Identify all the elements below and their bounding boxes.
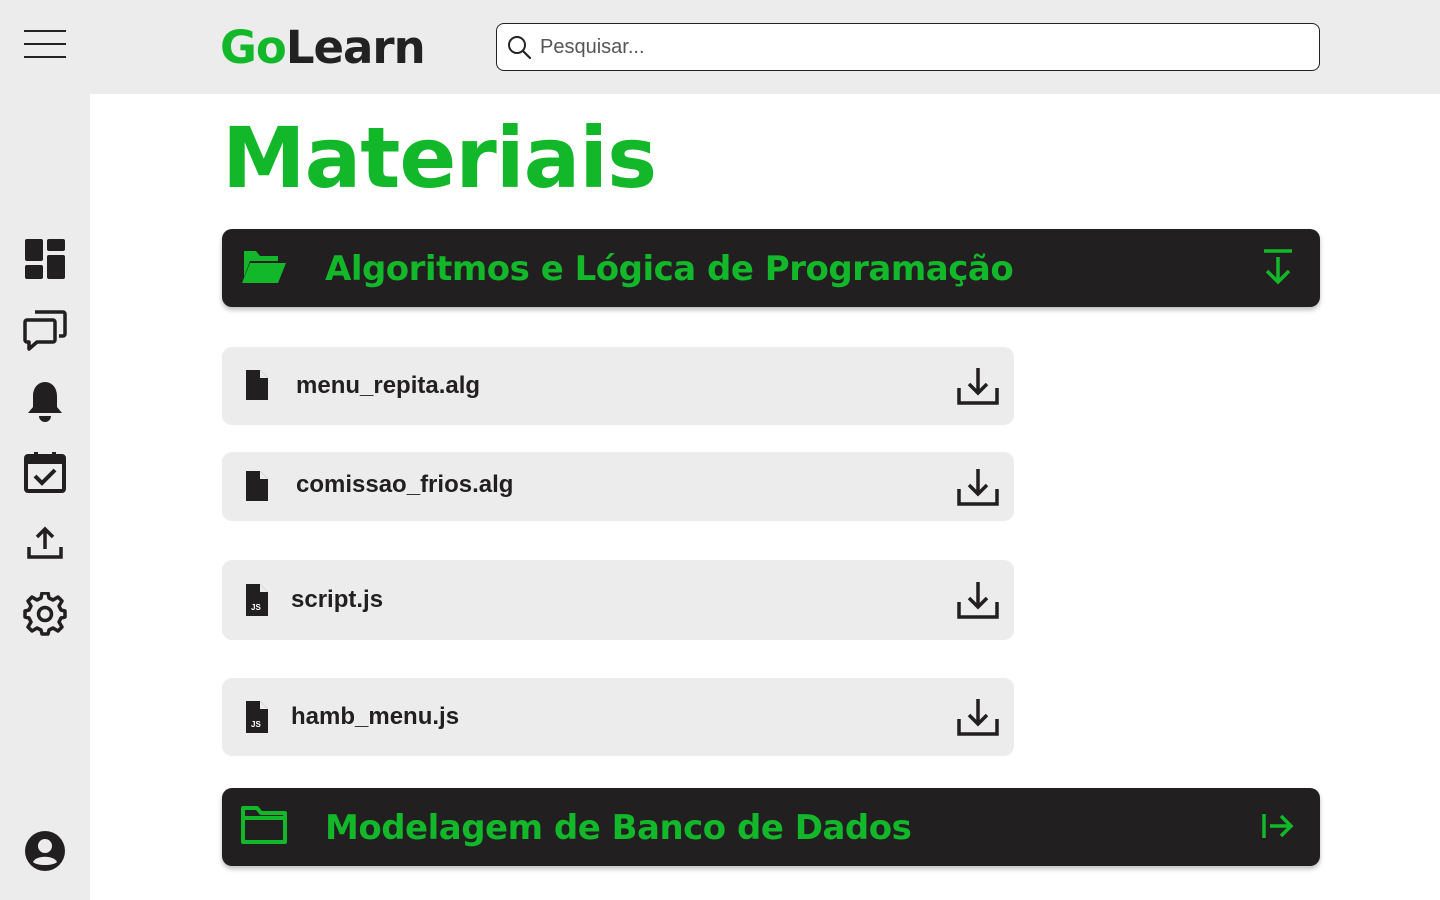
logo-go: Go [220,21,287,74]
logo[interactable]: GoLearn [220,21,426,74]
file-name: menu_repita.alg [296,372,481,399]
file-name: comissao_frios.alg [296,471,514,498]
page-title: Materiais [222,109,657,207]
hamburger-menu-icon[interactable] [24,30,66,60]
file-row[interactable]: JS script.js [222,560,1014,640]
download-icon[interactable] [954,362,1002,410]
file-name: hamb_menu.js [291,703,460,730]
search-input[interactable] [540,35,1280,59]
file-name: script.js [291,586,384,613]
svg-text:JS: JS [251,603,261,612]
file-icon [244,469,270,508]
download-icon[interactable] [954,576,1002,624]
gear-icon[interactable] [22,591,68,637]
folder-open-icon [240,247,288,292]
upload-icon[interactable] [22,520,68,566]
folder-icon [240,804,288,851]
file-row[interactable]: comissao_frios.alg [222,452,1014,521]
logo-learn: Learn [285,21,426,74]
download-icon[interactable] [954,693,1002,741]
file-row[interactable]: menu_repita.alg [222,347,1014,425]
calendar-check-icon[interactable] [22,449,68,495]
folder-header[interactable]: Modelagem de Banco de Dados [222,788,1320,866]
top-bar: GoLearn [0,0,1440,94]
svg-text:JS: JS [251,720,261,729]
dashboard-icon[interactable] [22,236,68,282]
folder-title: Algoritmos e Lógica de Programação [325,249,1014,289]
folder-header[interactable]: Algoritmos e Lógica de Programação [222,229,1320,307]
file-icon [244,368,270,407]
download-icon[interactable] [954,463,1002,511]
js-file-icon: JS [244,582,270,623]
expand-right-icon[interactable] [1258,806,1298,846]
sidebar [0,94,90,900]
search-bar[interactable] [496,23,1320,71]
collapse-down-icon[interactable] [1258,247,1298,287]
user-avatar-icon[interactable] [22,828,68,874]
js-file-icon: JS [244,699,270,740]
file-row[interactable]: JS hamb_menu.js [222,678,1014,756]
search-icon [508,36,532,60]
bell-icon[interactable] [22,378,68,424]
folder-title: Modelagem de Banco de Dados [325,808,912,848]
chat-icon[interactable] [22,307,68,353]
